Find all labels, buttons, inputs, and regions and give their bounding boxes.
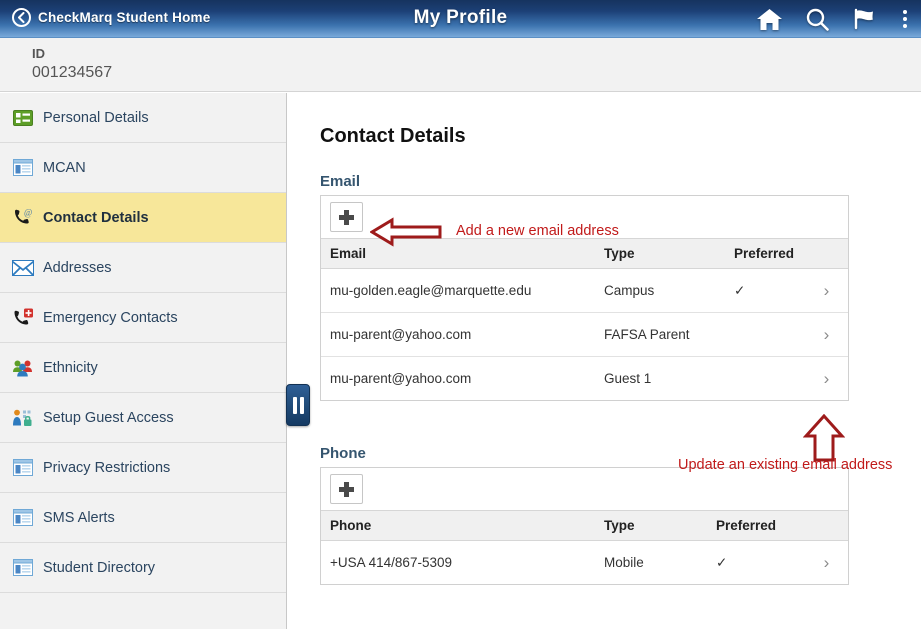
type-cell: Campus (595, 269, 725, 313)
sidebar-collapse-handle[interactable] (286, 384, 310, 426)
sidebar-item-setup-guest-access[interactable]: Setup Guest Access (0, 393, 286, 443)
id-label: ID (32, 46, 45, 61)
email-cell: mu-golden.eagle@marquette.edu (321, 269, 595, 313)
phone-table: Phone Type Preferred +USA 414/867-5309 M… (321, 511, 848, 584)
add-icon (339, 482, 354, 497)
email-cell: mu-parent@yahoo.com (321, 357, 595, 401)
add-phone-button[interactable] (330, 474, 363, 504)
sidebar-item-label: Addresses (43, 260, 112, 276)
back-to-student-home-button[interactable]: CheckMarq Student Home (12, 8, 210, 27)
chevron-column-header (805, 511, 848, 541)
kebab-menu-icon[interactable] (899, 10, 911, 28)
app-header: CheckMarq Student Home My Profile (0, 0, 921, 38)
email-cell: mu-parent@yahoo.com (321, 313, 595, 357)
table-row[interactable]: mu-golden.eagle@marquette.edu Campus ✓ › (321, 269, 848, 313)
sidebar-item-label: SMS Alerts (43, 510, 115, 526)
id-value: 001234567 (32, 64, 112, 82)
phone-cell: +USA 414/867-5309 (321, 541, 595, 585)
table-row[interactable]: mu-parent@yahoo.com Guest 1 › (321, 357, 848, 401)
row-chevron-icon[interactable]: › (805, 357, 848, 401)
window-icon (10, 156, 36, 180)
sidebar-item-label: MCAN (43, 160, 86, 176)
sidebar-item-mcan[interactable]: MCAN (0, 143, 286, 193)
email-section-label: Email (320, 173, 360, 190)
table-row[interactable]: mu-parent@yahoo.com FAFSA Parent › (321, 313, 848, 357)
type-cell: FAFSA Parent (595, 313, 725, 357)
row-chevron-icon[interactable]: › (805, 541, 848, 585)
preferred-column-header: Preferred (725, 239, 805, 269)
flag-icon[interactable] (852, 7, 877, 31)
sidebar-item-label: Personal Details (43, 110, 149, 126)
header-icon-group (756, 0, 911, 38)
add-email-button[interactable] (330, 202, 363, 232)
sidebar-item-personal-details[interactable]: Personal Details (0, 93, 286, 143)
type-column-header: Type (595, 239, 725, 269)
window-icon (10, 556, 36, 580)
page-heading: Contact Details (320, 125, 466, 148)
type-cell: Mobile (595, 541, 707, 585)
sidebar-item-sms-alerts[interactable]: SMS Alerts (0, 493, 286, 543)
type-column-header: Type (595, 511, 707, 541)
sidebar-item-label: Emergency Contacts (43, 310, 178, 326)
email-table: Email Type Preferred mu-golden.eagle@mar… (321, 239, 848, 400)
sidebar-item-privacy-restrictions[interactable]: Privacy Restrictions (0, 443, 286, 493)
sidebar-item-contact-details[interactable]: @ Contact Details (0, 193, 286, 243)
sidebar-item-label: Setup Guest Access (43, 410, 174, 426)
sidebar-item-ethnicity[interactable]: Ethnicity (0, 343, 286, 393)
home-icon[interactable] (756, 7, 783, 32)
preferred-column-header: Preferred (707, 511, 805, 541)
window-icon (10, 506, 36, 530)
sidebar-item-label: Student Directory (43, 560, 155, 576)
phone-panel: Phone Type Preferred +USA 414/867-5309 M… (320, 467, 849, 585)
phone-column-header: Phone (321, 511, 595, 541)
sidebar-item-emergency-contacts[interactable]: Emergency Contacts (0, 293, 286, 343)
back-label: CheckMarq Student Home (38, 10, 210, 25)
preferred-cell (725, 313, 805, 357)
phone-add-row (321, 468, 848, 511)
search-icon[interactable] (805, 7, 830, 32)
phone-medical-icon (10, 306, 36, 330)
add-icon (339, 210, 354, 225)
email-section-label-wrap: Email (320, 173, 360, 191)
people-group-icon (10, 356, 36, 380)
preferred-cell: ✓ (725, 269, 805, 313)
sidebar-item-label: Privacy Restrictions (43, 460, 170, 476)
email-table-header-row: Email Type Preferred (321, 239, 848, 269)
table-row[interactable]: +USA 414/867-5309 Mobile ✓ › (321, 541, 848, 585)
id-card-icon (10, 106, 36, 130)
person-settings-icon (10, 406, 36, 430)
envelope-icon (10, 256, 36, 280)
email-panel: Email Type Preferred mu-golden.eagle@mar… (320, 195, 849, 401)
sidebar-filler (0, 593, 286, 629)
sidebar-item-student-directory[interactable]: Student Directory (0, 543, 286, 593)
back-arrow-icon (12, 8, 31, 27)
row-chevron-icon[interactable]: › (805, 269, 848, 313)
sidebar-item-addresses[interactable]: Addresses (0, 243, 286, 293)
type-cell: Guest 1 (595, 357, 725, 401)
phone-table-header-row: Phone Type Preferred (321, 511, 848, 541)
main-content: Contact Details Email Email Type Preferr… (288, 93, 921, 629)
id-bar: ID 001234567 (0, 38, 921, 92)
phone-at-icon: @ (10, 206, 36, 230)
svg-text:@: @ (24, 208, 32, 218)
email-column-header: Email (321, 239, 595, 269)
chevron-column-header (805, 239, 848, 269)
sidebar-nav: Personal Details MCAN @ Contact Details (0, 93, 287, 629)
row-chevron-icon[interactable]: › (805, 313, 848, 357)
phone-section-label: Phone (320, 445, 366, 462)
sidebar-item-label: Contact Details (43, 210, 149, 226)
window-icon (10, 456, 36, 480)
sidebar-item-label: Ethnicity (43, 360, 98, 376)
preferred-cell: ✓ (707, 541, 805, 585)
email-add-row (321, 196, 848, 239)
preferred-cell (725, 357, 805, 401)
phone-section-label-wrap: Phone (320, 445, 366, 463)
